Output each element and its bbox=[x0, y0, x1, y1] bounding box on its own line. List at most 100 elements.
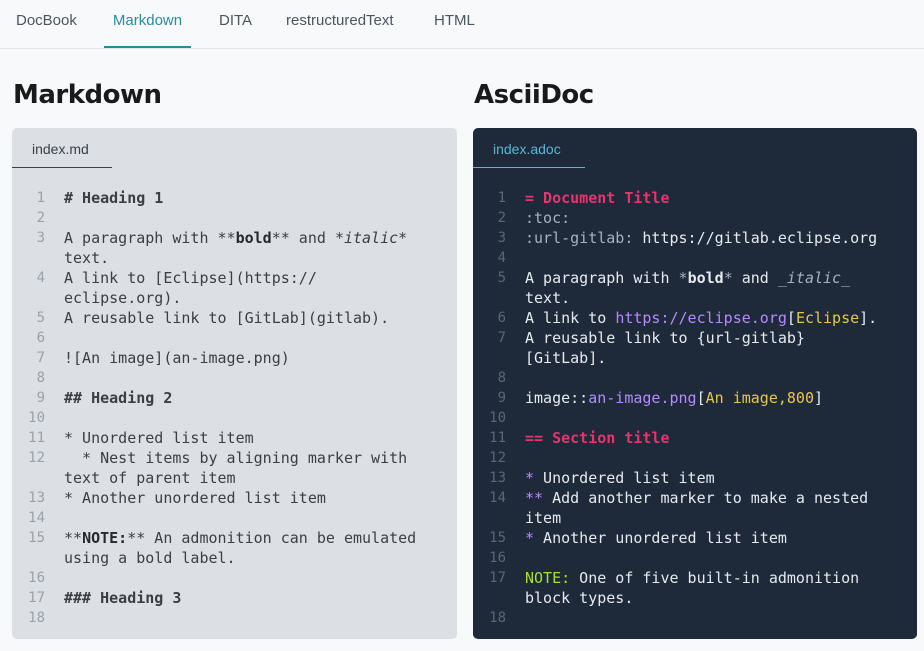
code-line: using a bold label. bbox=[12, 548, 457, 568]
code-line: 14 bbox=[12, 508, 457, 528]
code-line: 7 ![An image](an-image.png) bbox=[12, 348, 457, 368]
asciidoc-code-block: 1 = Document Title 2:toc: 3 :url-gitlab: htt… bbox=[473, 188, 917, 628]
code-line: 16 bbox=[12, 568, 457, 588]
markdown-code-panel: index.md 1 # Heading 1 2 3 A paragraph with … bbox=[12, 128, 457, 639]
line-number: 10 bbox=[28, 410, 45, 426]
code-line: 11 * Unordered list item bbox=[12, 428, 457, 448]
code-text: A reusable link to [GitLab](gitlab). bbox=[64, 309, 390, 327]
line-number: 3 bbox=[36, 230, 45, 246]
code-text: # Heading 1 bbox=[64, 189, 164, 207]
tab-restructuredtext[interactable]: restructuredText bbox=[286, 0, 394, 48]
markdown-code-block: 1 # Heading 1 2 3 A paragraph with **bold** … bbox=[12, 188, 457, 628]
line-number: 17 bbox=[489, 570, 506, 586]
line-number: 7 bbox=[36, 350, 45, 366]
code-line: 7 A reusable link to {url-gitlab} bbox=[473, 328, 917, 348]
code-text: :toc: bbox=[525, 209, 571, 227]
line-number: 13 bbox=[28, 490, 45, 506]
code-line: block types. bbox=[473, 588, 917, 608]
code-text: text of parent item bbox=[64, 469, 236, 487]
line-number: 18 bbox=[28, 610, 45, 626]
code-line: 10 bbox=[473, 408, 917, 428]
code-text: * Another unordered list item bbox=[64, 489, 326, 507]
line-number: 8 bbox=[497, 370, 506, 386]
code-line: 16 bbox=[473, 548, 917, 568]
code-line: 18 bbox=[12, 608, 457, 628]
tab-html[interactable]: HTML bbox=[434, 0, 475, 48]
code-line: 11 == Section title bbox=[473, 428, 917, 448]
file-tab-index-adoc[interactable]: index.adoc bbox=[473, 128, 585, 168]
code-line: 6 A link to https://eclipse.org[Eclipse]. bbox=[473, 308, 917, 328]
code-text: eclipse.org). bbox=[64, 289, 182, 307]
code-line: text. bbox=[473, 288, 917, 308]
line-number: 6 bbox=[497, 310, 506, 326]
code-text: A link to [Eclipse](https:// bbox=[64, 269, 317, 287]
code-line: 4 bbox=[473, 248, 917, 268]
line-number: 1 bbox=[36, 190, 45, 206]
code-line: 9 ## Heading 2 bbox=[12, 388, 457, 408]
code-text: item bbox=[525, 509, 562, 527]
line-number: 12 bbox=[28, 450, 45, 466]
code-text: A paragraph with **bold** and *italic* bbox=[64, 229, 408, 247]
tab-markdown[interactable]: Markdown bbox=[104, 0, 191, 48]
code-line: 15 **NOTE:** An admonition can be emulate… bbox=[12, 528, 457, 548]
line-number: 9 bbox=[497, 390, 506, 406]
code-line: 4 A link to [Eclipse](https:// bbox=[12, 268, 457, 288]
code-line: 2 bbox=[12, 208, 457, 228]
code-line: 14 ** Add another marker to make a nested bbox=[473, 488, 917, 508]
line-number: 5 bbox=[497, 270, 506, 286]
code-text: A link to https://eclipse.org[Eclipse]. bbox=[525, 309, 878, 327]
code-line: 8 bbox=[12, 368, 457, 388]
code-text: == Section title bbox=[525, 429, 670, 447]
code-line: text. bbox=[12, 248, 457, 268]
line-number: 11 bbox=[489, 430, 506, 446]
code-line: 5 A reusable link to [GitLab](gitlab). bbox=[12, 308, 457, 328]
line-number: 5 bbox=[36, 310, 45, 326]
code-text: ## Heading 2 bbox=[64, 389, 173, 407]
top-nav: DocBook Markdown DITA restructuredText H… bbox=[0, 0, 924, 49]
line-number: 15 bbox=[28, 530, 45, 546]
code-text: ![An image](an-image.png) bbox=[64, 349, 290, 367]
code-line: 13 * Another unordered list item bbox=[12, 488, 457, 508]
code-text: * Another unordered list item bbox=[525, 529, 787, 547]
line-number: 9 bbox=[36, 390, 45, 406]
asciidoc-code-panel: index.adoc 1 = Document Title 2:toc: 3 :url-… bbox=[473, 128, 917, 639]
tab-docbook[interactable]: DocBook bbox=[16, 0, 77, 48]
code-line: 9 image::an-image.png[An image,800] bbox=[473, 388, 917, 408]
code-line: 6 bbox=[12, 328, 457, 348]
markdown-heading: Markdown bbox=[13, 80, 162, 110]
code-line: eclipse.org). bbox=[12, 288, 457, 308]
tab-dita[interactable]: DITA bbox=[219, 0, 252, 48]
code-line: 13 * Unordered list item bbox=[473, 468, 917, 488]
code-line: 2:toc: bbox=[473, 208, 917, 228]
code-line: 17 ### Heading 3 bbox=[12, 588, 457, 608]
code-text: **NOTE:** An admonition can be emulated bbox=[64, 529, 417, 547]
file-tab-index-md[interactable]: index.md bbox=[12, 128, 112, 168]
line-number: 11 bbox=[28, 430, 45, 446]
code-text: A paragraph with *bold* and _italic_ bbox=[525, 269, 851, 287]
line-number: 8 bbox=[36, 370, 45, 386]
line-number: 15 bbox=[489, 530, 506, 546]
line-number: 16 bbox=[28, 570, 45, 586]
code-text: :url-gitlab: https://gitlab.eclipse.org bbox=[525, 229, 878, 247]
code-text: using a bold label. bbox=[64, 549, 236, 567]
line-number: 3 bbox=[497, 230, 506, 246]
line-number: 7 bbox=[497, 330, 506, 346]
code-text: * Unordered list item bbox=[525, 469, 715, 487]
code-text: text. bbox=[64, 249, 110, 267]
line-number: 14 bbox=[489, 490, 506, 506]
code-text: block types. bbox=[525, 589, 634, 607]
code-text: * Nest items by aligning marker with bbox=[64, 449, 408, 467]
line-number: 1 bbox=[497, 190, 506, 206]
code-text: NOTE: One of five built-in admonition bbox=[525, 569, 860, 587]
line-number: 2 bbox=[36, 210, 45, 226]
code-line: 17 NOTE: One of five built-in admonition bbox=[473, 568, 917, 588]
line-number: 10 bbox=[489, 410, 506, 426]
line-number: 4 bbox=[36, 270, 45, 286]
code-text: = Document Title bbox=[525, 189, 670, 207]
line-number: 4 bbox=[497, 250, 506, 266]
code-text: ** Add another marker to make a nested bbox=[525, 489, 869, 507]
code-line: 12 bbox=[473, 448, 917, 468]
code-line: item bbox=[473, 508, 917, 528]
code-line: 1 = Document Title bbox=[473, 188, 917, 208]
code-line: 8 bbox=[473, 368, 917, 388]
